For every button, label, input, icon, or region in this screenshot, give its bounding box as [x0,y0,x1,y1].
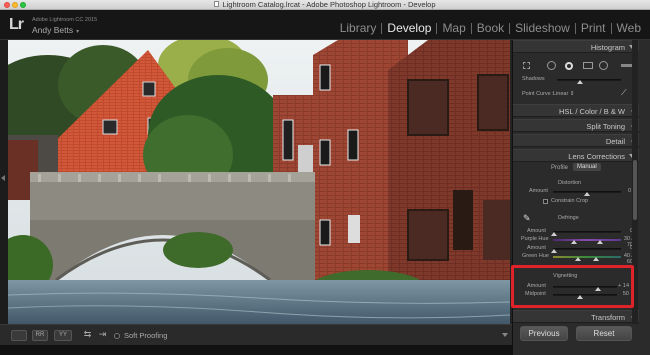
before-after-button[interactable]: RR [32,330,48,341]
swap-arrows-icon[interactable]: ⇆ [82,330,93,341]
green-hue-label: Green Hue [522,253,549,259]
before-after-options-button[interactable]: YY [54,330,72,341]
module-web[interactable]: Web [612,21,646,35]
constrain-crop-checkbox[interactable] [543,199,548,204]
distortion-amount-label: Amount [529,188,548,194]
distortion-heading: Distortion [558,180,582,186]
point-curve-value[interactable]: Linear ⇕ [553,91,574,97]
green-hue-thumb-high[interactable] [593,257,599,261]
defringe-purple-amount-label: Amount [527,228,546,234]
module-picker: Library Develop Map Book Slideshow Print… [335,21,646,35]
shadows-slider-thumb[interactable] [577,80,583,84]
tab-manual[interactable]: Manual [573,163,601,171]
red-eye-icon[interactable] [565,62,573,70]
defringe-green-amount-label: Amount [527,245,546,251]
green-hue-track[interactable] [553,256,621,258]
green-hue-value: 40 / 60 [623,253,633,265]
radial-filter-icon[interactable] [599,61,608,70]
panel-detail-header[interactable]: Detail [513,134,639,147]
left-panel-toggle[interactable] [0,40,8,324]
module-slideshow[interactable]: Slideshow [510,21,575,35]
green-amount-thumb[interactable] [551,249,557,253]
panel-histogram-header[interactable]: Histogram [513,40,639,53]
purple-amount-value: 0 [617,228,633,234]
spot-removal-icon[interactable] [547,61,556,70]
lightroom-logo: Lr [9,16,24,33]
soft-proofing-checkbox[interactable] [114,333,120,340]
photo-preview[interactable] [8,40,510,324]
constrain-crop-label: Constrain Crop [551,198,588,204]
purple-hue-thumb-high[interactable] [597,240,603,244]
soft-proofing-toggle[interactable]: Soft Proofing [114,331,167,340]
panel-transform-header[interactable]: Transform [513,310,639,323]
green-amount-value: 0 [617,245,633,251]
tab-profile[interactable]: Profile [551,165,568,171]
panel-lens-corrections-header[interactable]: Lens Corrections [513,149,639,162]
vignetting-highlight-box [511,265,634,308]
loupe-view-button[interactable] [11,330,27,341]
scrollbar-thumb[interactable] [633,160,637,220]
product-name: Adobe Lightroom CC 2015 [32,17,98,23]
module-map[interactable]: Map [437,21,470,35]
module-book[interactable]: Book [472,21,509,35]
panel-hsl-header[interactable]: HSL / Color / B & W [513,104,639,117]
bottom-toolbar: RR YY ⇆ ⇥ Soft Proofing [0,324,512,345]
distortion-amount-thumb[interactable] [584,192,590,196]
crop-tool-icon[interactable] [523,62,530,69]
module-print[interactable]: Print [576,21,611,35]
caret-down-icon: ▾ [76,29,80,35]
defringe-heading: Defringe [558,215,579,221]
green-amount-track[interactable] [553,248,621,250]
tool-strip [521,59,633,72]
previous-button[interactable]: Previous [520,326,568,341]
purple-hue-thumb-low[interactable] [571,240,577,244]
purple-hue-track[interactable] [553,239,621,241]
point-curve-label: Point Curve : [522,91,554,97]
document-icon [214,1,220,8]
dropdown-arrows-icon: ⇕ [569,91,575,97]
purple-amount-track[interactable] [553,231,621,233]
shadows-label: Shadows [522,76,545,82]
left-arrow-icon [1,175,5,181]
purple-hue-label: Purple Hue [521,236,549,242]
fringe-eyedropper-icon[interactable]: ✎ [523,213,531,224]
reset-button[interactable]: Reset [576,326,632,341]
photo-image [8,40,510,324]
module-develop[interactable]: Develop [382,21,436,35]
graduated-filter-icon[interactable] [583,62,593,69]
module-library[interactable]: Library [335,21,382,35]
window-title: Lightroom Catalog.lrcat - Adobe Photosho… [0,0,650,10]
copy-settings-icon[interactable]: ⇥ [97,330,108,341]
identity-user[interactable]: Andy Betts ▾ [32,25,79,35]
purple-amount-thumb[interactable] [551,232,557,236]
panel-split-toning-header[interactable]: Split Toning [513,119,639,132]
identity-plate-bar: Lr Adobe Lightroom CC 2015 Andy Betts ▾ L… [0,10,650,40]
point-curve-edit-icon[interactable]: ⟋ [621,88,627,98]
distortion-amount-value: 0 [627,188,631,194]
window-titlebar: Lightroom Catalog.lrcat - Adobe Photosho… [0,0,650,10]
shadows-slider-track[interactable] [557,79,621,81]
toolbar-menu-caret-icon[interactable] [502,333,508,337]
green-hue-thumb-low[interactable] [575,257,581,261]
